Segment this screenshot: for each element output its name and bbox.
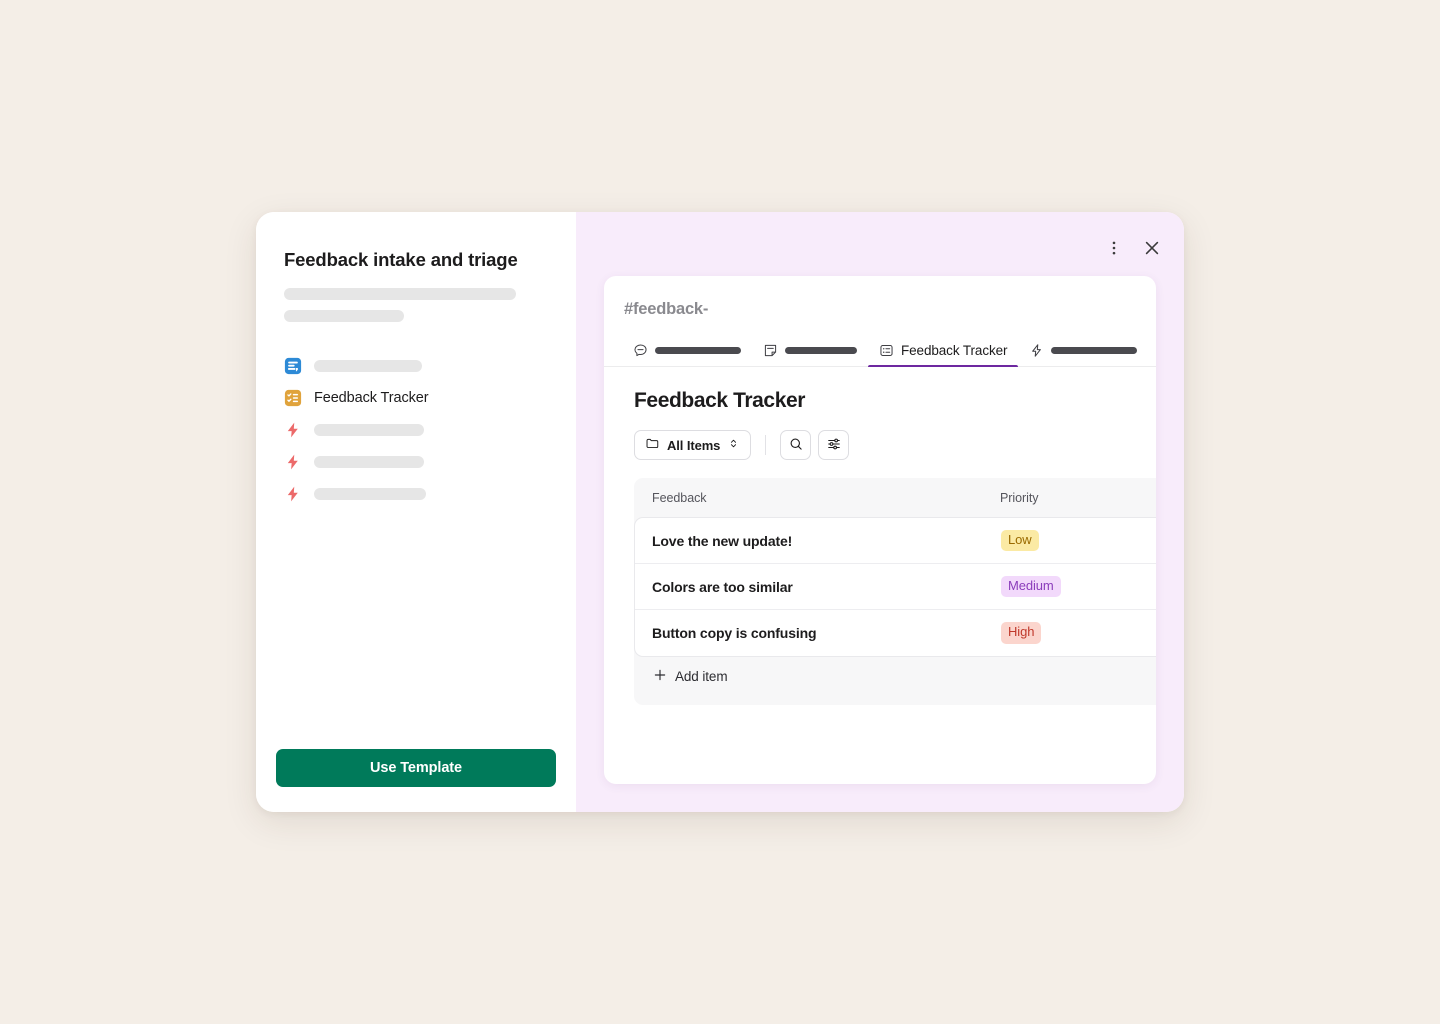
list-item[interactable]	[284, 446, 548, 478]
messages-icon	[633, 343, 648, 358]
column-header-feedback: Feedback	[652, 491, 1000, 505]
table-body: Love the new update! Low Colors are too …	[634, 517, 1156, 657]
column-header-priority: Priority	[1000, 491, 1140, 505]
cell-priority: Medium	[1001, 576, 1141, 597]
filter-button[interactable]	[818, 430, 849, 460]
bolt-icon	[1029, 343, 1044, 358]
table-header-row: Feedback Priority	[634, 478, 1156, 517]
cell-priority: High	[1001, 622, 1141, 643]
more-vertical-icon	[1105, 239, 1123, 260]
search-icon	[788, 436, 804, 455]
tab-label-placeholder	[785, 347, 857, 354]
list-item[interactable]	[284, 478, 548, 510]
table-row[interactable]: Button copy is confusing High	[635, 610, 1156, 656]
more-options-button[interactable]	[1098, 233, 1130, 265]
status-badge: Low	[1001, 530, 1039, 551]
folder-icon	[645, 436, 660, 454]
canvas-icon	[763, 343, 778, 358]
workflow-bolt-icon	[284, 421, 302, 439]
tab-label: Feedback Tracker	[901, 343, 1007, 358]
use-template-button[interactable]: Use Template	[276, 749, 556, 787]
add-item-button[interactable]: Add item	[634, 657, 745, 695]
list-item-label-placeholder	[314, 456, 424, 468]
toolbar-divider	[765, 435, 766, 455]
search-button[interactable]	[780, 430, 811, 460]
window-controls	[1098, 233, 1168, 265]
workflow-bolt-icon	[284, 485, 302, 503]
list-item-label-placeholder	[314, 488, 426, 500]
list-item[interactable]	[284, 414, 548, 446]
view-selector-label: All Items	[667, 438, 720, 453]
status-badge: Medium	[1001, 576, 1061, 597]
feedback-table: Feedback Priority Love the new update! L…	[634, 478, 1156, 705]
template-preview-panel: #feedback-	[576, 212, 1184, 812]
channel-preview-card: #feedback-	[604, 276, 1156, 784]
tab-label-placeholder	[1051, 347, 1137, 354]
tab-canvas[interactable]	[752, 334, 868, 366]
list-icon	[879, 343, 894, 358]
template-details-panel: Feedback intake and triage	[256, 212, 576, 812]
cell-feedback: Button copy is confusing	[652, 625, 1001, 641]
table-row[interactable]: Love the new update! Low	[635, 518, 1156, 564]
cell-feedback: Colors are too similar	[652, 579, 1001, 595]
list-item[interactable]: Feedback Tracker	[284, 382, 548, 414]
list-icon	[284, 389, 302, 407]
list-item-label-placeholder	[314, 424, 424, 436]
list-item-label-placeholder	[314, 360, 422, 372]
chevron-updown-icon	[727, 437, 740, 453]
channel-name: #feedback-	[604, 276, 1156, 319]
cell-priority: Low	[1001, 530, 1141, 551]
tab-messages[interactable]	[622, 334, 752, 366]
canvas-icon	[284, 357, 302, 375]
close-button[interactable]	[1136, 233, 1168, 265]
list-item-label: Feedback Tracker	[314, 390, 428, 406]
sliders-icon	[826, 436, 842, 455]
view-selector-button[interactable]: All Items	[634, 430, 751, 460]
table-row[interactable]: Colors are too similar Medium	[635, 564, 1156, 610]
description-placeholder-line-1	[284, 288, 516, 300]
workflow-bolt-icon	[284, 453, 302, 471]
page-title: Feedback intake and triage	[284, 248, 548, 271]
status-badge: High	[1001, 622, 1041, 643]
close-icon	[1142, 238, 1162, 261]
add-item-label: Add item	[675, 669, 727, 684]
tab-bar: Feedback Tracker	[604, 335, 1156, 367]
tracker-body: Feedback Tracker All Items	[604, 367, 1156, 705]
tab-feedback-tracker[interactable]: Feedback Tracker	[868, 334, 1018, 366]
cell-feedback: Love the new update!	[652, 533, 1001, 549]
tracker-toolbar: All Items	[634, 430, 1156, 460]
list-item[interactable]	[284, 350, 548, 382]
description-placeholder-line-2	[284, 310, 404, 322]
template-item-list: Feedback Tracker	[284, 350, 548, 510]
list-title: Feedback Tracker	[634, 389, 1156, 413]
template-preview-modal: Feedback intake and triage	[256, 212, 1184, 812]
plus-icon	[652, 667, 668, 686]
tab-label-placeholder	[655, 347, 741, 354]
tab-workflows[interactable]	[1018, 334, 1148, 366]
